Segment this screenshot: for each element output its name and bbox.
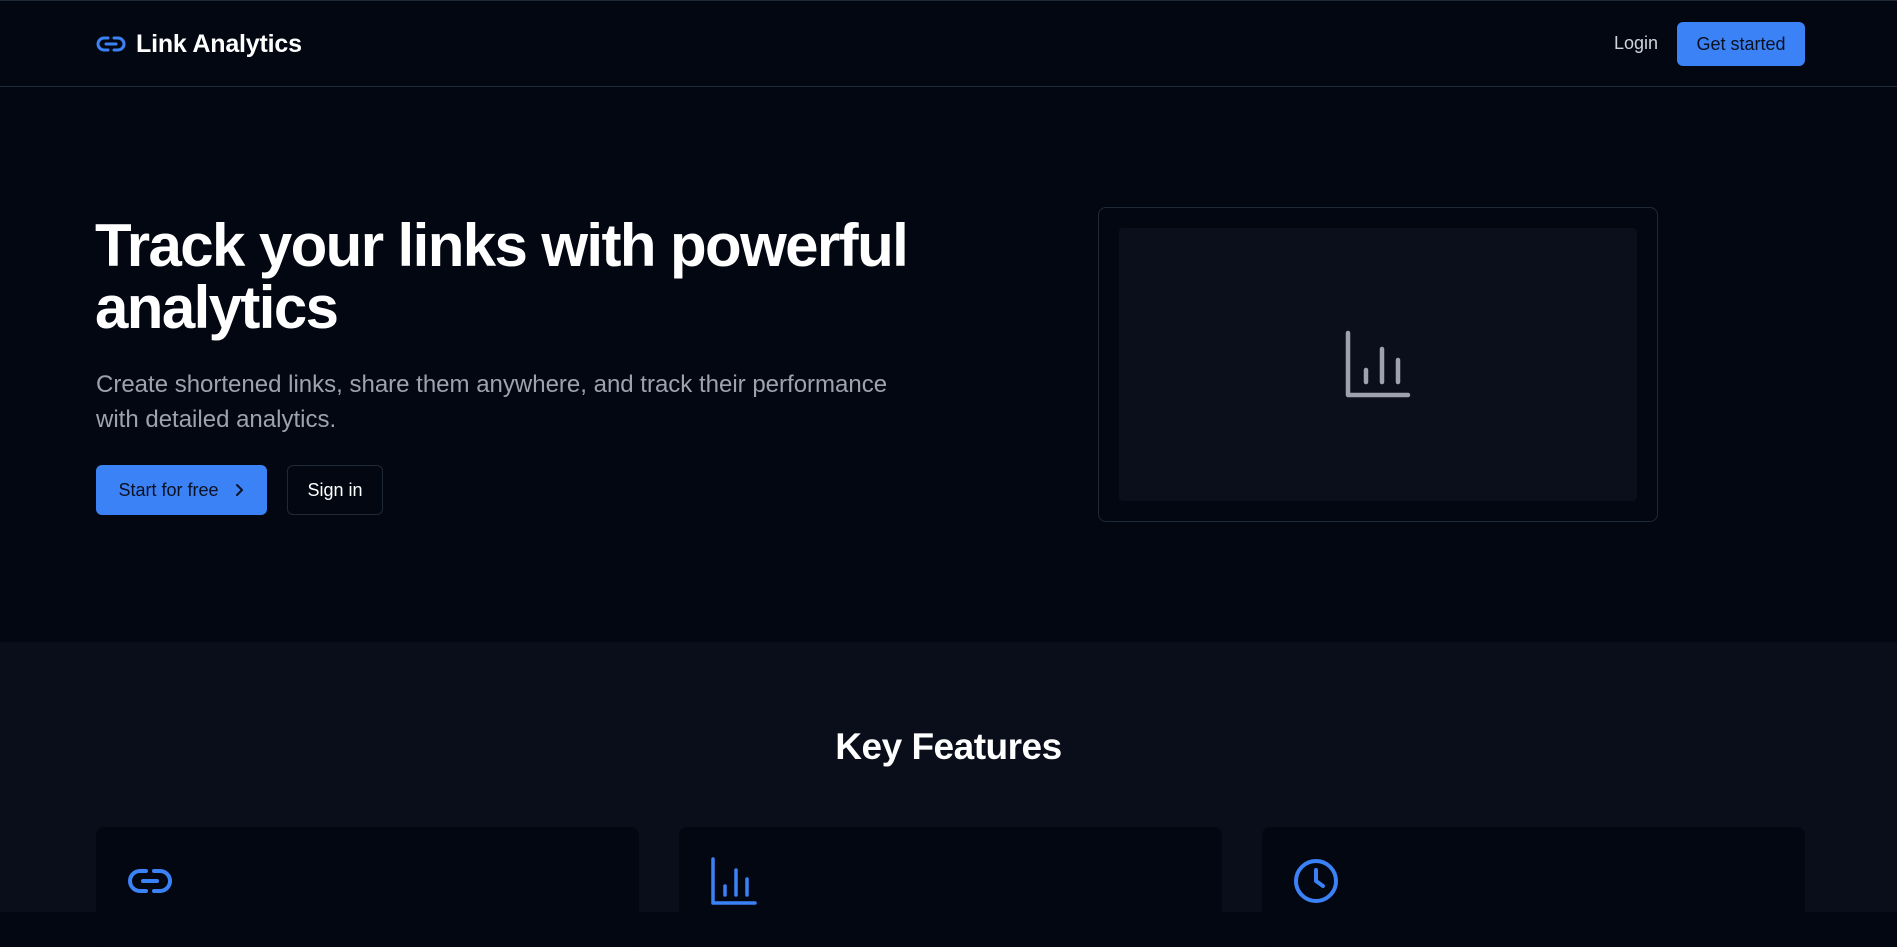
feature-card-realtime [1262, 827, 1805, 947]
clock-icon [1294, 859, 1338, 903]
get-started-button[interactable]: Get started [1677, 22, 1805, 66]
chevron-right-icon [235, 484, 243, 496]
hero-title: Track your links with powerful analytics [95, 212, 909, 341]
features-title: Key Features [835, 726, 1062, 767]
analytics-preview-panel [1119, 228, 1637, 501]
link-icon [96, 36, 126, 52]
brand-name: Link Analytics [136, 29, 302, 58]
login-link[interactable]: Login [1614, 33, 1658, 54]
link-icon [128, 869, 172, 893]
sign-in-button[interactable]: Sign in [287, 465, 383, 515]
brand-logo-link[interactable]: Link Analytics [96, 28, 302, 60]
hero-subtitle: Create shortened links, share them anywh… [96, 371, 888, 433]
top-navbar: Link Analytics Login Get started [0, 0, 1897, 87]
bar-chart-icon [1345, 330, 1411, 397]
start-for-free-label: Start for free [118, 479, 219, 500]
feature-card-analytics [679, 827, 1222, 947]
feature-card-links [96, 827, 639, 947]
analytics-preview-card [1098, 207, 1658, 522]
bar-chart-icon [711, 857, 757, 905]
hero-section: Track your links with powerful analytics… [0, 87, 1897, 642]
features-section: Key Features [0, 642, 1897, 947]
start-for-free-button[interactable]: Start for free [96, 465, 267, 515]
